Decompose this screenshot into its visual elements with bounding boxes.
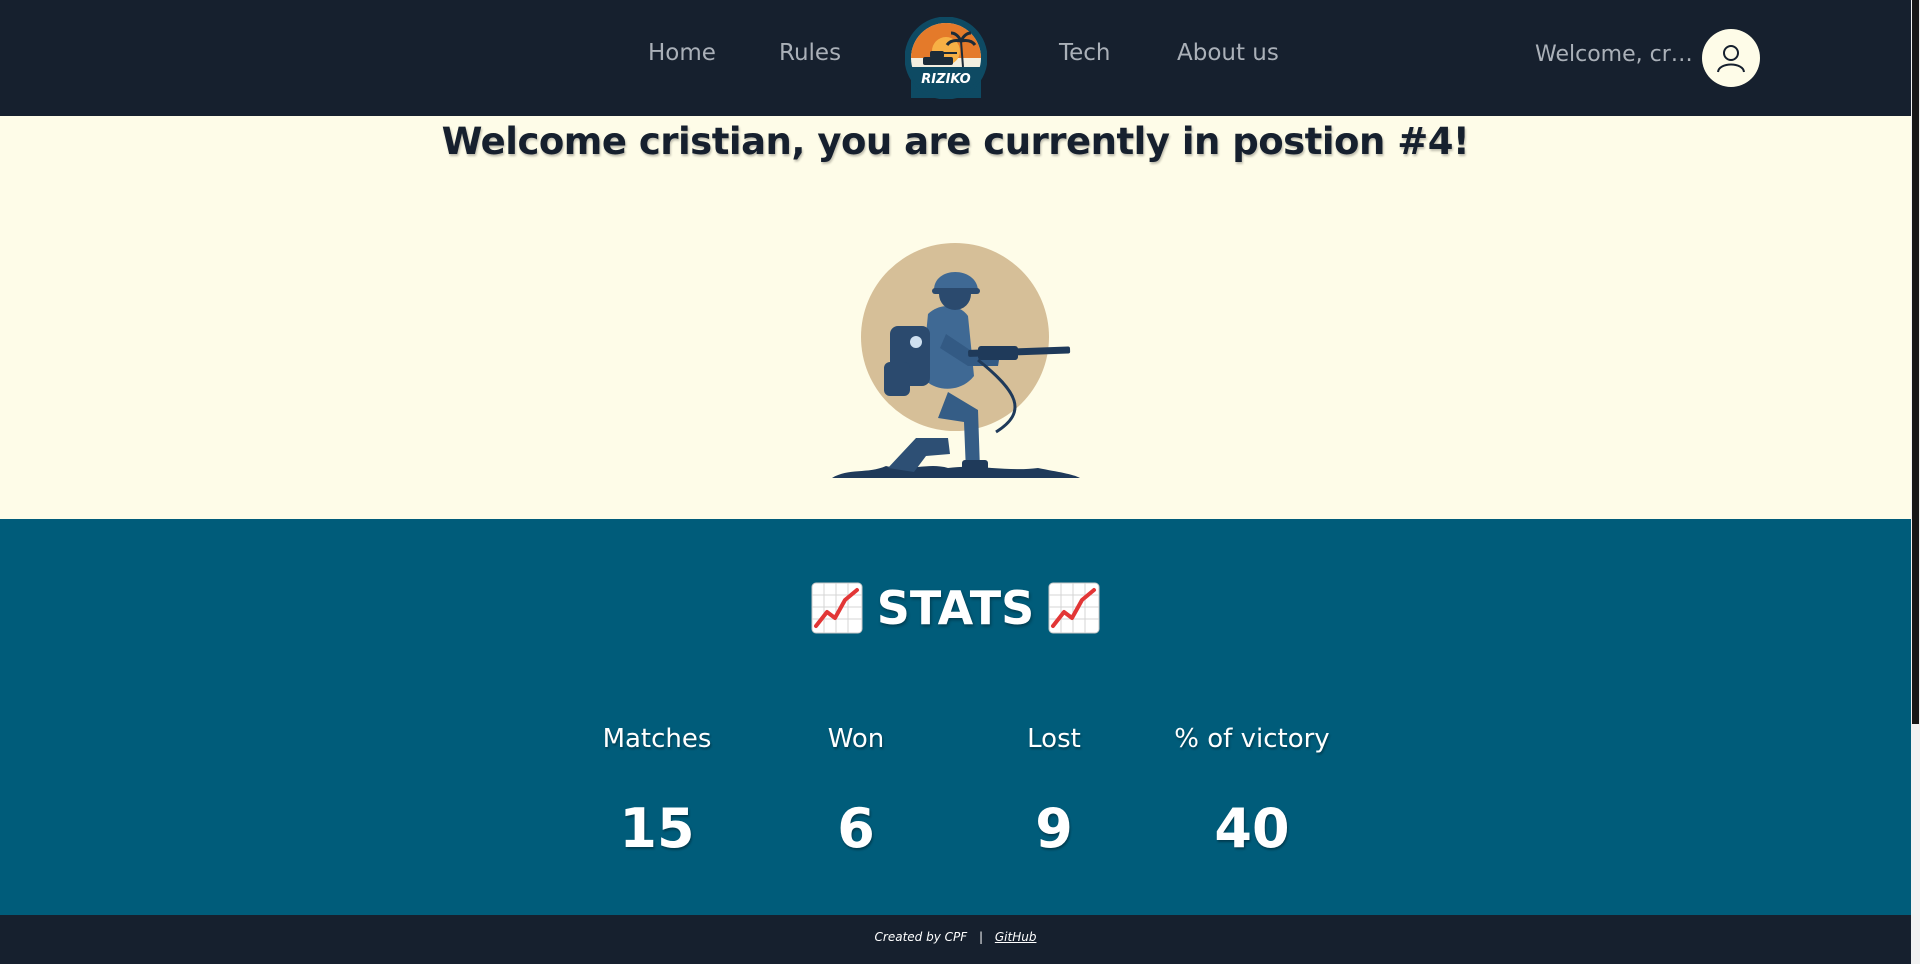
github-link[interactable]: GitHub xyxy=(995,930,1037,944)
footer-separator: | xyxy=(978,930,984,944)
footer: Created by CPF | GitHub xyxy=(0,915,1911,964)
navbar: Home Rules RIZIKO Tech About us Welcome,… xyxy=(0,0,1911,116)
stats-title-text: STATS xyxy=(876,581,1035,635)
user-avatar-button[interactable] xyxy=(1702,29,1760,87)
page: Home Rules RIZIKO Tech About us Welcome,… xyxy=(0,0,1911,964)
nav-about-link[interactable]: About us xyxy=(1177,40,1279,66)
stat-label: Lost xyxy=(1027,724,1081,754)
nav-rules-link[interactable]: Rules xyxy=(779,40,841,66)
page-scrollbar[interactable] xyxy=(1911,0,1920,964)
stat-label: Won xyxy=(827,724,885,754)
stat-label: Matches xyxy=(602,724,712,754)
riziko-logo[interactable]: RIZIKO xyxy=(904,16,988,100)
nav-tech-link[interactable]: Tech xyxy=(1059,40,1111,66)
stats-heading: STATS xyxy=(0,581,1911,635)
chart-increasing-icon xyxy=(1048,582,1100,634)
scrollbar-thumb[interactable] xyxy=(1912,0,1919,724)
welcome-user-text: Welcome, cristi... xyxy=(1535,42,1695,67)
stat-value: 15 xyxy=(619,797,695,860)
chart-increasing-icon xyxy=(811,582,863,634)
footer-content: Created by CPF | GitHub xyxy=(0,930,1911,944)
user-icon xyxy=(1717,45,1745,73)
stat-value: 9 xyxy=(1035,797,1073,860)
nav-home-link[interactable]: Home xyxy=(648,40,716,66)
stats-section: STATS Matches 15 Won 6 Lost 9 % of victo… xyxy=(0,519,1911,915)
footer-credit: Created by CPF xyxy=(874,930,968,944)
hero-section: Welcome cristian, you are currently in p… xyxy=(0,116,1911,519)
logo-text: RIZIKO xyxy=(921,72,970,87)
welcome-heading: Welcome cristian, you are currently in p… xyxy=(441,120,1470,163)
stat-value: 40 xyxy=(1214,797,1290,860)
soldier-illustration xyxy=(828,242,1084,482)
stat-value: 6 xyxy=(837,797,875,860)
stat-label: % of victory xyxy=(1174,724,1330,754)
